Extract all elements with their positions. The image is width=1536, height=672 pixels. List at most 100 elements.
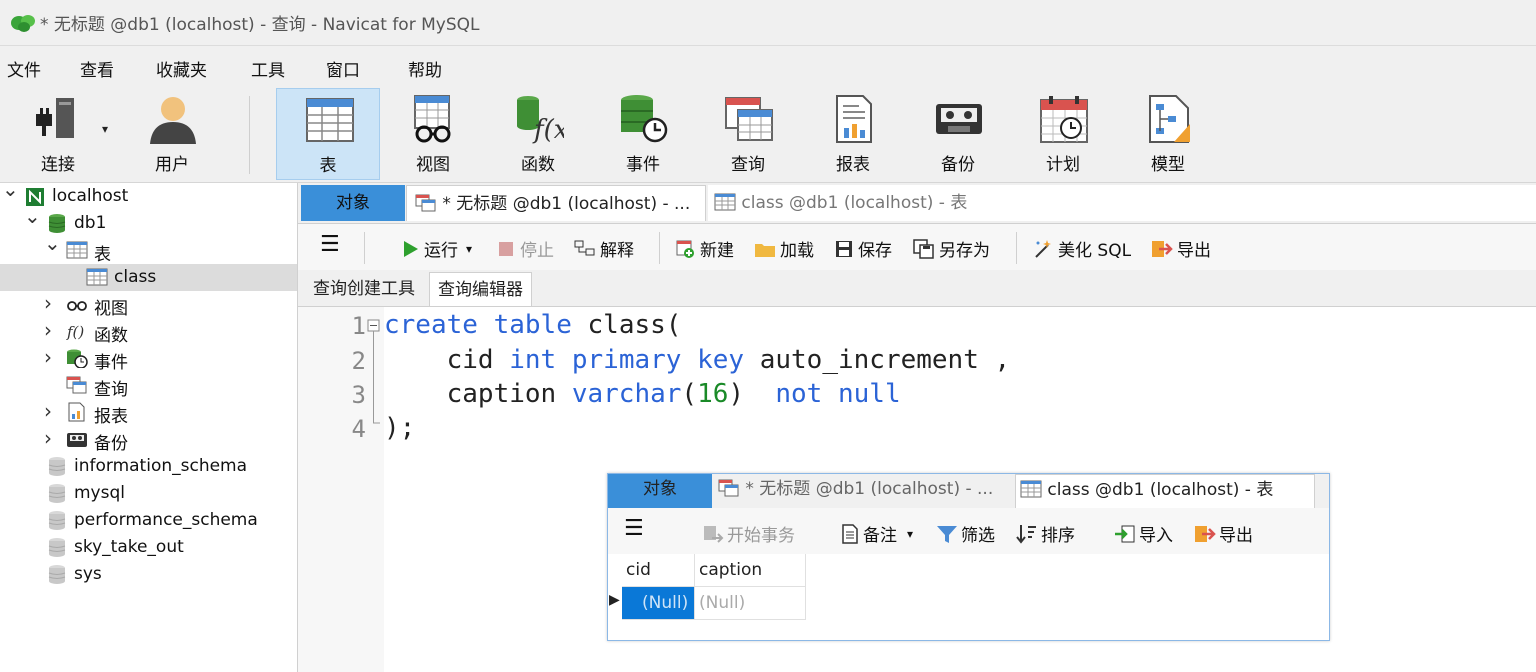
import-button[interactable]: 导入 — [1114, 521, 1173, 546]
tab-query-builder-label: 查询创建工具 — [313, 279, 415, 299]
menu-window[interactable]: 窗口 — [326, 56, 360, 81]
title-bar: * 无标题 @db1 (localhost) - 查询 - Navicat fo… — [0, 0, 1536, 46]
chevron-right-icon[interactable]: › — [44, 318, 52, 342]
svg-text:f(): f() — [66, 323, 84, 341]
tree-item[interactable]: › 备份 — [0, 426, 297, 454]
tree-item[interactable]: › 事件 — [0, 345, 297, 373]
note-button[interactable]: 备注 ▾ — [840, 521, 913, 546]
menu-favorites[interactable]: 收藏夹 — [156, 56, 207, 81]
tab-query-editor-label: 查询编辑器 — [438, 280, 523, 300]
tree-item[interactable]: ⌄ 表 — [0, 231, 297, 265]
toolbar-report-button[interactable]: 报表 — [801, 88, 905, 180]
popup-tab-query[interactable]: * 无标题 @db1 (localhost) - ... — [714, 474, 1014, 508]
tree-item-label: 视图 — [94, 299, 128, 319]
toolbar-function-button[interactable]: f(x) 函数 — [486, 88, 590, 180]
toolbar-event-button[interactable]: 事件 — [591, 88, 695, 180]
tree-item[interactable]: mysql — [0, 480, 297, 507]
toolbar-model-button[interactable]: 模型 — [1116, 88, 1220, 180]
tree-item[interactable]: information_schema — [0, 453, 297, 480]
chevron-right-icon[interactable]: › — [44, 291, 52, 315]
toolbar-connect-label: 连接 — [41, 155, 75, 175]
tree-item-label: information_schema — [74, 456, 248, 476]
new-button[interactable]: 新建 — [674, 236, 734, 261]
chevron-down-icon[interactable]: ⌄ — [24, 204, 41, 228]
export-button[interactable]: 导出 — [1194, 521, 1253, 546]
toolbar-schedule-label: 计划 — [1046, 155, 1080, 175]
function-icon: f(x) — [517, 96, 564, 144]
tab-query-editor[interactable]: 查询编辑器 — [429, 272, 532, 306]
chevron-down-icon[interactable]: ⌄ — [2, 177, 19, 201]
connection-tree: ⌄ localhost ⌄ db1 ⌄ 表 class › 视图 › f() 函数 › 事件 查询 › 报表 › 备… — [0, 177, 298, 672]
table-cell[interactable]: (Null) — [695, 587, 806, 620]
toolbar-table-button[interactable]: 表 — [276, 88, 380, 180]
stop-icon — [499, 241, 513, 256]
save-as-button[interactable]: 另存为 — [913, 236, 990, 261]
filter-button[interactable]: 筛选 — [936, 521, 995, 546]
chevron-down-icon[interactable]: ▾ — [466, 242, 472, 256]
code-fold-icon[interactable] — [367, 319, 383, 439]
filter-label: 筛选 — [961, 526, 995, 546]
chevron-down-icon[interactable]: ⌄ — [44, 231, 61, 255]
toolbar-connect-button[interactable]: ▾ 连接 — [6, 88, 110, 180]
tree-item[interactable]: › f() 函数 — [0, 318, 297, 346]
tree-item[interactable]: 查询 — [0, 372, 297, 400]
tree-item[interactable]: › 视图 — [0, 291, 297, 319]
sql-keyword: key — [697, 345, 745, 375]
tree-item[interactable]: › 报表 — [0, 399, 297, 427]
sql-text: auto_increment , — [744, 345, 1011, 375]
menu-help[interactable]: 帮助 — [408, 56, 442, 81]
toolbar-backup-button[interactable]: 备份 — [906, 88, 1010, 180]
chevron-down-icon[interactable]: ▾ — [102, 122, 108, 136]
connection-icon — [36, 98, 74, 138]
chevron-right-icon[interactable]: › — [44, 399, 52, 423]
hamburger-menu-icon[interactable]: ☰ — [624, 516, 644, 541]
tree-item[interactable]: performance_schema — [0, 507, 297, 534]
tab-query-untitled[interactable]: * 无标题 @db1 (localhost) - ... — [406, 185, 706, 221]
export-label: 导出 — [1177, 241, 1211, 261]
tab-query-builder[interactable]: 查询创建工具 — [305, 272, 423, 306]
tree-item[interactable]: ⌄ localhost — [0, 177, 297, 210]
toolbar-schedule-button[interactable]: 计划 — [1011, 88, 1115, 180]
toolbar-view-label: 视图 — [416, 155, 450, 175]
column-header-caption[interactable]: caption — [695, 554, 806, 587]
tab-objects[interactable]: 对象 — [301, 185, 405, 221]
toolbar-model-label: 模型 — [1151, 155, 1185, 175]
menu-view[interactable]: 查看 — [80, 56, 114, 81]
begin-transaction-button[interactable]: 开始事务 — [702, 521, 795, 546]
menu-file[interactable]: 文件 — [7, 56, 41, 81]
database-icon — [48, 214, 66, 233]
toolbar-view-button[interactable]: 视图 — [381, 88, 485, 180]
filter-icon — [937, 525, 957, 543]
stop-button[interactable]: 停止 — [496, 236, 554, 261]
note-label: 备注 — [863, 526, 897, 546]
query-icon — [725, 97, 773, 141]
popup-tab-class[interactable]: class @db1 (localhost) - 表 — [1015, 474, 1315, 508]
save-button[interactable]: 保存 — [834, 236, 892, 261]
explain-button[interactable]: 解释 — [574, 236, 634, 261]
tree-item[interactable]: sky_take_out — [0, 534, 297, 561]
sql-text: ); — [384, 413, 416, 443]
export-button[interactable]: 导出 — [1151, 236, 1211, 261]
beautify-sql-button[interactable]: 美化 SQL — [1032, 236, 1131, 261]
table-icon — [306, 98, 354, 142]
sort-button[interactable]: 排序 — [1016, 521, 1075, 546]
sql-keyword: table — [493, 310, 572, 340]
chevron-right-icon[interactable]: › — [44, 426, 52, 450]
svg-text:f(x): f(x) — [532, 115, 564, 144]
load-button[interactable]: 加载 — [754, 236, 814, 261]
toolbar-query-button[interactable]: 查询 — [696, 88, 800, 180]
chevron-right-icon[interactable]: › — [44, 345, 52, 369]
column-header-cid[interactable]: cid — [622, 554, 695, 587]
chevron-down-icon[interactable]: ▾ — [907, 527, 913, 541]
popup-tab-objects[interactable]: 对象 — [608, 474, 712, 508]
run-button[interactable]: 运行 ▾ — [400, 236, 472, 261]
menu-tools[interactable]: 工具 — [251, 56, 285, 81]
tab-class-table[interactable]: class @db1 (localhost) - 表 — [708, 185, 1536, 221]
tree-item[interactable]: sys — [0, 561, 297, 588]
table-cell[interactable]: (Null) — [622, 587, 695, 620]
import-label: 导入 — [1139, 526, 1173, 546]
hamburger-menu-icon[interactable]: ☰ — [320, 232, 340, 257]
toolbar-user-button[interactable]: 用户 — [120, 88, 224, 180]
tree-item-label: localhost — [52, 186, 129, 206]
tree-item[interactable]: class — [0, 264, 297, 291]
